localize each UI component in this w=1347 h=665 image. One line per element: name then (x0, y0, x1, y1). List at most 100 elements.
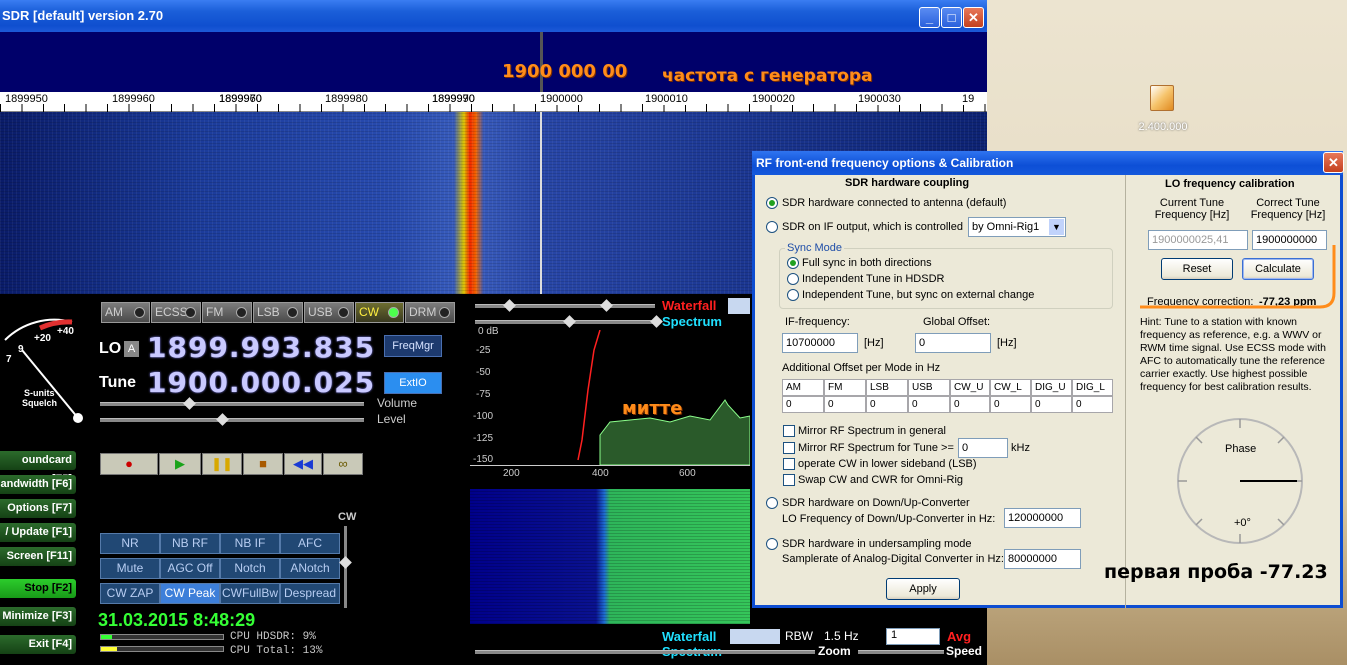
bandwidth-button[interactable]: andwidth [F6] (0, 475, 76, 494)
offset-fm-input[interactable]: 0 (824, 396, 866, 413)
offset-usb-input[interactable]: 0 (908, 396, 950, 413)
exit-button[interactable]: Exit [F4] (0, 635, 76, 654)
swap-cw-checkbox[interactable] (783, 474, 795, 486)
radio-converter[interactable] (766, 497, 778, 509)
radio-sync-full[interactable] (787, 257, 799, 269)
mode-am-button[interactable]: AM (101, 302, 150, 323)
mute-button[interactable]: Mute (100, 558, 160, 579)
mode-label: USB (308, 305, 333, 319)
minimize-button[interactable]: _ (919, 7, 940, 28)
close-button[interactable]: ✕ (963, 7, 984, 28)
afc-button[interactable]: AFC (280, 533, 340, 554)
level-thumb[interactable] (216, 413, 229, 426)
radio-sync-indep[interactable] (787, 273, 799, 285)
rewind-button[interactable]: ◀◀ (284, 453, 322, 475)
speed-slider[interactable] (858, 650, 944, 654)
offset-cwu-input[interactable]: 0 (950, 396, 990, 413)
tune-frequency-display[interactable]: 1900.000.025 (147, 366, 375, 399)
slider-thumb[interactable] (563, 315, 576, 328)
dialog-titlebar[interactable]: RF front-end frequency options & Calibra… (752, 151, 1344, 175)
global-offset-input[interactable]: 0 (915, 333, 991, 353)
offset-digu-input[interactable]: 0 (1031, 396, 1072, 413)
radio-undersampling[interactable] (766, 538, 778, 550)
extio-button[interactable]: ExtIO (384, 372, 442, 394)
offset-cwl-input[interactable]: 0 (990, 396, 1031, 413)
mirror-tune-input[interactable]: 0 (958, 438, 1008, 458)
record-button[interactable]: ● (100, 453, 158, 475)
omnirig-select-value: by Omni-Rig1 (972, 221, 1040, 233)
dialog-close-button[interactable]: ✕ (1323, 152, 1344, 173)
lo-converter-input[interactable]: 120000000 (1004, 508, 1081, 528)
nb-if-button[interactable]: NB IF (220, 533, 280, 554)
update-button[interactable]: / Update [F1] (0, 523, 76, 542)
slider-thumb[interactable] (650, 315, 663, 328)
window-titlebar[interactable]: SDR [default] version 2.70 _ □ ✕ (0, 0, 987, 32)
cw-zap-button[interactable]: CW ZAP (100, 583, 160, 604)
cw-fullbw-button[interactable]: CWFullBw (220, 583, 280, 604)
bottom-waterfall-toggle[interactable] (730, 629, 780, 644)
anotch-button[interactable]: ANotch (280, 558, 340, 579)
chevron-down-icon[interactable]: ▼ (1049, 219, 1064, 235)
slider-thumb[interactable] (503, 299, 516, 312)
volume-label: Volume (377, 396, 418, 410)
omnirig-select[interactable]: by Omni-Rig1 ▼ (968, 217, 1066, 237)
waterfall-toggle[interactable] (728, 298, 750, 314)
correct-tune-input[interactable]: 1900000000 (1252, 230, 1327, 250)
soundcard-button[interactable]: oundcard [F5] (0, 451, 76, 485)
pause-button[interactable]: ❚❚ (202, 453, 242, 475)
slider-thumb[interactable] (600, 299, 613, 312)
if-freq-input[interactable]: 10700000 (782, 333, 858, 353)
mirror-tune-checkbox[interactable] (783, 442, 795, 454)
offset-lsb-input[interactable]: 0 (866, 396, 908, 413)
mode-drm-button[interactable]: DRM (405, 302, 455, 323)
stop-playback-button[interactable]: ■ (243, 453, 283, 475)
notch-button[interactable]: Notch (220, 558, 280, 579)
cw-peak-button[interactable]: CW Peak (160, 583, 220, 604)
calculate-button[interactable]: Calculate (1242, 258, 1314, 280)
zoom-slider[interactable] (475, 650, 815, 654)
cw-filter-thumb[interactable] (339, 556, 352, 569)
agc-button[interactable]: AGC Off (160, 558, 220, 579)
stop-button[interactable]: Stop [F2] (0, 579, 76, 598)
loop-button[interactable]: ∞ (323, 453, 363, 475)
led-icon (134, 307, 145, 318)
volume-slider[interactable] (100, 402, 364, 406)
radio-sync-indep-ext[interactable] (787, 289, 799, 301)
mode-lsb-button[interactable]: LSB (253, 302, 303, 323)
nr-button[interactable]: NR (100, 533, 160, 554)
despread-button[interactable]: Despread (280, 583, 340, 604)
options-button[interactable]: Options [F7] (0, 499, 76, 518)
led-icon (185, 307, 196, 318)
wf-contrast-slider[interactable] (475, 304, 655, 308)
minimize-app-button[interactable]: Minimize [F3] (0, 607, 76, 626)
volume-thumb[interactable] (183, 397, 196, 410)
apply-button[interactable]: Apply (886, 578, 960, 600)
scale-label: 19 (962, 93, 975, 105)
desktop-file-label[interactable]: 2.400.000 (1128, 121, 1198, 133)
play-button[interactable]: ▶ (159, 453, 201, 475)
offset-digl-input[interactable]: 0 (1072, 396, 1113, 413)
lo-frequency-display[interactable]: 1899.993.835 (147, 331, 375, 364)
mirror-rf-checkbox[interactable] (783, 425, 795, 437)
cpu-total-fill (101, 647, 117, 651)
maximize-button[interactable]: □ (941, 7, 962, 28)
sync-mode-label: Sync Mode (785, 242, 845, 254)
cw-lsb-checkbox[interactable] (783, 458, 795, 470)
freqmgr-button[interactable]: FreqMgr (384, 335, 442, 357)
nb-rf-button[interactable]: NB RF (160, 533, 220, 554)
offset-am-input[interactable]: 0 (782, 396, 824, 413)
desktop-file-icon[interactable] (1150, 85, 1174, 111)
avg-select[interactable]: 1 (886, 628, 940, 645)
radio-antenna[interactable] (766, 197, 778, 209)
level-slider[interactable] (100, 418, 364, 422)
mode-usb-button[interactable]: USB (304, 302, 354, 323)
mode-ecss-button[interactable]: ECSS (151, 302, 201, 323)
fullscreen-button[interactable]: Screen [F11] (0, 547, 76, 566)
lo-a-badge[interactable]: A (124, 341, 139, 357)
audio-spectrum[interactable]: 0 dB -25 -50 -75 -100 -125 -150 (470, 326, 751, 466)
samplerate-input[interactable]: 80000000 (1004, 549, 1081, 569)
reset-button[interactable]: Reset (1161, 258, 1233, 280)
mode-cw-button[interactable]: CW (355, 302, 404, 323)
mode-fm-button[interactable]: FM (202, 302, 252, 323)
radio-if-output[interactable] (766, 221, 778, 233)
